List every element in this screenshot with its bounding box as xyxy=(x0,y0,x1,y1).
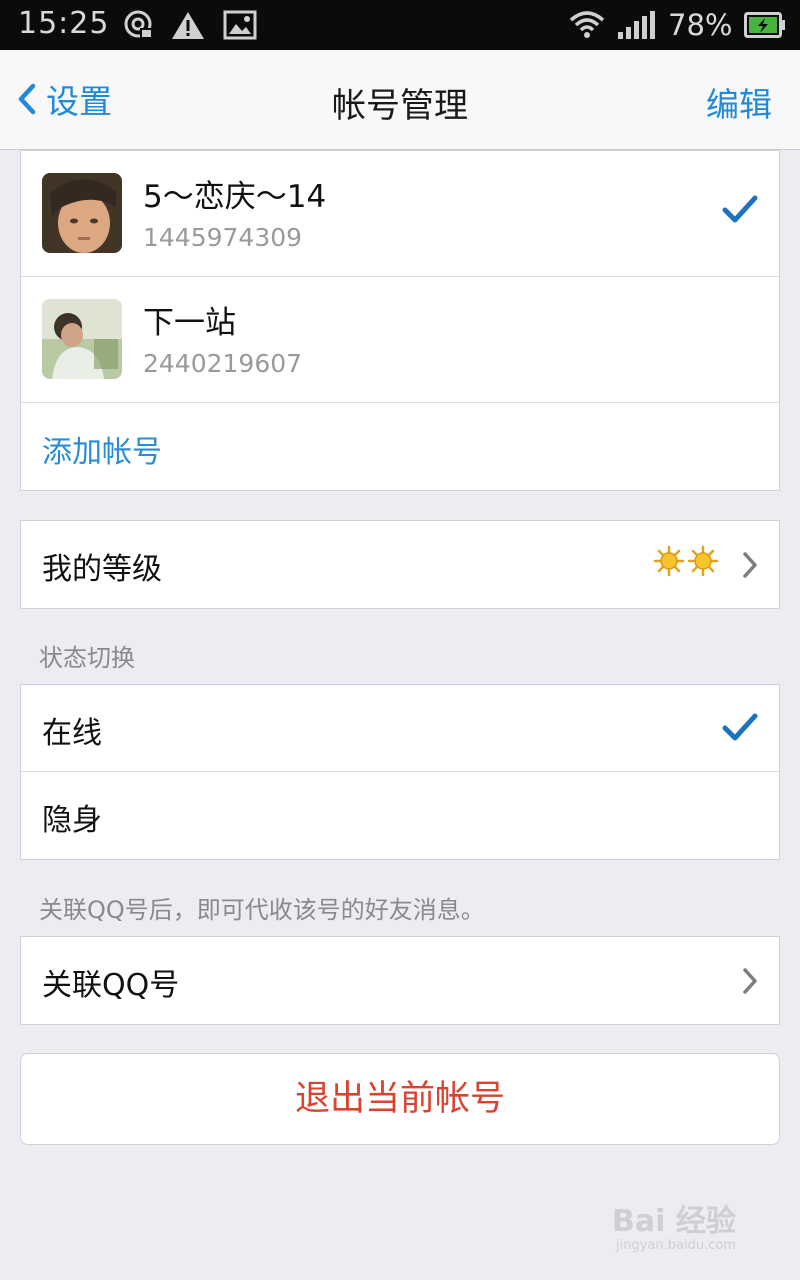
status-option-label: 隐身 xyxy=(42,803,102,838)
wifi-icon xyxy=(567,9,607,41)
link-group: 关联QQ号 xyxy=(20,936,780,1025)
back-button[interactable]: 设置 xyxy=(16,76,112,122)
signal-icon xyxy=(616,9,656,41)
battery-icon xyxy=(744,9,786,41)
status-bar: 15:25 78% xyxy=(0,0,800,50)
nav-bar: 设置 帐号管理 编辑 xyxy=(0,50,800,150)
watermark-main: Bai 经验 xyxy=(612,1204,736,1239)
chevron-right-icon xyxy=(741,967,759,999)
warning-icon xyxy=(170,9,206,41)
watermark-logo: Bai 经验 jingyan.baidu.com xyxy=(612,1190,782,1260)
account-row[interactable]: 下一站 2440219607 xyxy=(21,277,779,403)
image-icon xyxy=(222,9,258,41)
level-group: 我的等级 xyxy=(20,520,780,609)
account-number: 1445974309 xyxy=(143,223,303,252)
status-option-invisible[interactable]: 隐身 xyxy=(21,772,779,859)
watermark-sub: jingyan.baidu.com xyxy=(616,1238,736,1253)
sun-icon xyxy=(653,545,685,577)
status-option-label: 在线 xyxy=(42,716,102,751)
add-account-button[interactable]: 添加帐号 xyxy=(21,403,779,490)
status-option-online[interactable]: 在线 xyxy=(21,685,779,772)
add-account-label: 添加帐号 xyxy=(42,435,162,470)
back-label: 设置 xyxy=(46,82,112,121)
avatar xyxy=(42,299,122,379)
sun-icon xyxy=(687,545,719,577)
edit-button[interactable]: 编辑 xyxy=(706,78,772,126)
avatar xyxy=(42,173,122,253)
accounts-group: 5～恋庆～14 1445974309 下一站 2440219607 添加帐号 xyxy=(20,150,780,491)
logout-button[interactable]: 退出当前帐号 xyxy=(20,1053,780,1145)
checkmark-icon xyxy=(721,193,759,229)
account-name: 5～恋庆～14 xyxy=(143,179,327,215)
checkmark-icon xyxy=(721,711,759,747)
page-title: 帐号管理 xyxy=(332,86,468,126)
account-name: 下一站 xyxy=(143,305,236,341)
chevron-right-icon xyxy=(741,551,759,583)
level-badges xyxy=(653,545,719,577)
link-qq-row[interactable]: 关联QQ号 xyxy=(21,937,779,1024)
status-section-caption: 状态切换 xyxy=(39,644,135,672)
sync-icon xyxy=(122,9,156,41)
link-qq-label: 关联QQ号 xyxy=(42,968,180,1003)
account-row[interactable]: 5～恋庆～14 1445974309 xyxy=(21,151,779,277)
clock: 15:25 xyxy=(18,6,110,41)
status-group: 在线 隐身 xyxy=(20,684,780,860)
my-level-row[interactable]: 我的等级 xyxy=(21,521,779,608)
link-section-caption: 关联QQ号后，即可代收该号的好友消息。 xyxy=(39,896,485,924)
battery-percent: 78% xyxy=(668,8,733,42)
chevron-left-icon xyxy=(18,83,36,115)
account-number: 2440219607 xyxy=(143,349,303,378)
my-level-label: 我的等级 xyxy=(42,552,162,587)
